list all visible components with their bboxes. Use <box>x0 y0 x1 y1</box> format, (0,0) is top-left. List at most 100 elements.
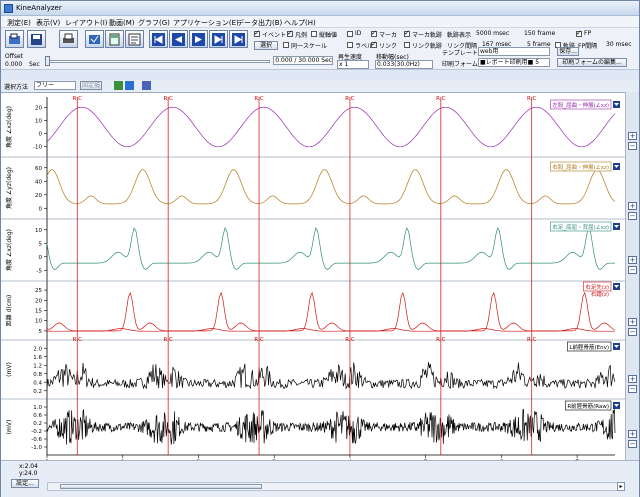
select-button[interactable]: 選択 <box>254 41 278 50</box>
zoom-in-button[interactable]: + <box>628 318 637 326</box>
event-label: R,C <box>73 96 83 102</box>
selection-method-label: 選択方法 <box>4 84 29 91</box>
go-last-button[interactable] <box>229 30 248 48</box>
go-first-button[interactable] <box>149 30 168 48</box>
y-tick-label: 20 <box>35 193 42 199</box>
legend-label: 凡例 <box>295 32 308 39</box>
fp-checkbox[interactable] <box>576 29 582 37</box>
event-label: R,C <box>436 96 446 102</box>
legend-entry: R前脛骨筋(Raw) <box>567 402 609 410</box>
series-line <box>46 362 616 390</box>
event-checkbox[interactable] <box>254 29 260 37</box>
y-tick-label: 0.2 <box>33 389 42 395</box>
fp-interval-value: 30 msec <box>606 41 632 48</box>
id-checkbox[interactable] <box>347 31 353 37</box>
zoom-in-button[interactable]: + <box>628 256 637 264</box>
y-tick-label: 0.4 <box>33 380 42 386</box>
same-scale-checkbox[interactable] <box>283 42 289 48</box>
y-tick-label: 20 <box>35 106 42 112</box>
series-line <box>46 291 616 332</box>
menu-video[interactable]: 動画(M) <box>109 18 135 28</box>
open-file-button[interactable] <box>5 30 24 48</box>
link-track-label: リンク軌跡 <box>412 43 443 50</box>
step-forward-button[interactable] <box>209 30 228 48</box>
event-label: R,C <box>163 96 173 102</box>
zoom-in-button[interactable]: + <box>628 375 637 383</box>
marker-checkbox[interactable] <box>371 29 377 37</box>
playback-speed-select[interactable]: x 1 <box>337 60 369 69</box>
y-tick-label: -5 <box>37 268 43 274</box>
marker-track-checkbox[interactable] <box>404 29 410 37</box>
vertical-value-checkbox[interactable] <box>311 31 317 37</box>
y-tick-label: 25 <box>35 288 42 294</box>
zoom-out-button[interactable]: − <box>628 328 637 336</box>
template-save-button[interactable]: 保存... <box>557 47 579 56</box>
fixed-width-button[interactable]: 固定幅 <box>80 81 102 90</box>
zoom-out-button[interactable]: − <box>628 440 637 448</box>
offset-slider-track[interactable] <box>45 60 270 63</box>
zoom-in-button[interactable]: + <box>628 202 637 210</box>
event-label: イベント <box>262 32 287 39</box>
layout-icon[interactable] <box>114 81 123 90</box>
print-form-edit-button[interactable]: 印刷フォームの編集... <box>557 58 627 67</box>
menu-graph[interactable]: グラフ(G) <box>138 18 170 28</box>
y-tick-label: -0.6 <box>31 437 42 443</box>
chart-settings-icon[interactable] <box>142 81 151 90</box>
event-label: R,C <box>527 337 537 343</box>
offset-slider-thumb[interactable] <box>45 56 50 66</box>
y-tick-label: 10 <box>35 119 42 125</box>
event-label: R,C <box>345 96 355 102</box>
track-display-msec: 5000 msec <box>476 30 510 37</box>
event-label: R,C <box>254 96 264 102</box>
fp-label: FP <box>584 30 592 37</box>
export-button[interactable] <box>85 30 104 48</box>
same-scale-label: 同一スケール <box>291 43 328 50</box>
menu-layout[interactable]: レイアウト(I) <box>65 18 108 28</box>
print-form-select[interactable]: ■レポート印刷用■ 5 <box>478 58 550 67</box>
zoom-in-button[interactable]: + <box>628 132 637 140</box>
offset-label: Offset <box>5 53 24 60</box>
offset-value: 0.000 <box>5 61 23 68</box>
title-bar: KineAnalyzer <box>1 1 639 16</box>
menu-view[interactable]: 表示(V) <box>36 18 60 28</box>
menu-help[interactable]: ヘルプ(H) <box>284 18 316 28</box>
event-label: R,C <box>527 96 537 102</box>
chart-area[interactable]: 01234567Time(sec)角度 ∠xz(deg)20100-10角度 ∠… <box>1 92 625 476</box>
zoom-out-button[interactable]: − <box>628 385 637 393</box>
zoom-out-button[interactable]: − <box>628 212 637 220</box>
y-tick-label: -0.2 <box>31 429 42 435</box>
event-label: R,C <box>73 337 83 343</box>
print-button[interactable] <box>59 30 78 48</box>
zoom-out-button[interactable]: − <box>628 142 637 150</box>
step-back-button[interactable] <box>169 30 188 48</box>
link-checkbox[interactable] <box>371 40 377 48</box>
settings-button[interactable]: 設定... <box>11 479 39 488</box>
menu-data-export[interactable]: データ出力(B) <box>237 18 282 28</box>
zoom-out-button[interactable]: − <box>628 266 637 274</box>
event-label: R,C <box>436 337 446 343</box>
zoom-in-button[interactable]: + <box>628 430 637 438</box>
y-tick-label: -10 <box>33 145 42 151</box>
report-button[interactable] <box>125 30 144 48</box>
calc-button[interactable] <box>105 30 124 48</box>
horizontal-scrollbar[interactable] <box>47 482 625 491</box>
legend-checkbox[interactable] <box>287 29 293 37</box>
save-file-button[interactable] <box>27 30 46 48</box>
move-width-field[interactable]: 0.033(30.0Hz) <box>375 60 433 69</box>
scrollbar-thumb[interactable] <box>60 484 262 489</box>
offset-range-field[interactable]: 0.000 / 30.000 Sec <box>273 56 333 65</box>
window-title: KineAnalyzer <box>16 4 62 12</box>
y-axis-label: (mV) <box>6 362 13 377</box>
event-label: R,C <box>254 337 264 343</box>
template-select[interactable]: web用 <box>478 47 550 56</box>
link-track-checkbox[interactable] <box>404 42 410 48</box>
selection-method-select[interactable]: フリー <box>34 81 76 90</box>
play-button[interactable] <box>189 30 208 48</box>
y-tick-label: 0.2 <box>33 421 42 427</box>
label-checkbox[interactable] <box>347 42 353 48</box>
menu-application[interactable]: アプリケーション(E) <box>173 18 239 28</box>
app-window: KineAnalyzer 測定(E) 表示(V) レイアウト(I) 動画(M) … <box>0 0 640 497</box>
cursor-icon[interactable] <box>125 81 134 90</box>
menu-measure[interactable]: 測定(E) <box>7 18 31 28</box>
scroll-right-arrow[interactable]: ▸ <box>617 482 625 491</box>
